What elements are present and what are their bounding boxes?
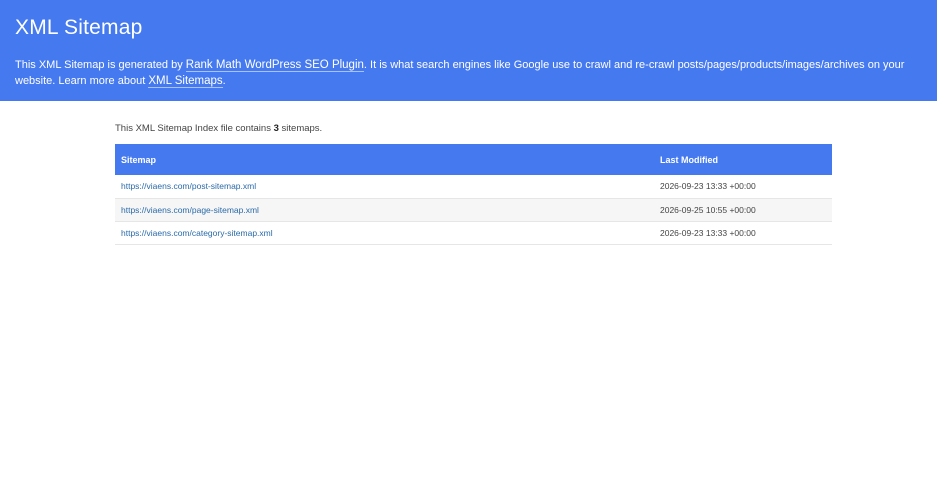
sitemap-cell: https://viaens.com/post-sitemap.xml	[115, 175, 653, 198]
description-suffix: .	[222, 75, 226, 87]
page-title: XML Sitemap	[15, 16, 143, 39]
column-header-sitemap[interactable]: Sitemap	[115, 144, 653, 175]
table-row: https://viaens.com/category-sitemap.xml …	[115, 221, 832, 244]
summary-prefix: This XML Sitemap Index file contains	[115, 123, 274, 134]
page-header: XML Sitemap This XML Sitemap is generate…	[0, 0, 937, 101]
column-header-last-modified[interactable]: Last Modified	[653, 144, 832, 175]
last-modified-cell: 2026-09-23 13:33 +00:00	[660, 227, 756, 238]
table-row: https://viaens.com/page-sitemap.xml 2026…	[115, 198, 832, 221]
description-prefix: This XML Sitemap is generated by	[15, 59, 186, 71]
header-description: This XML Sitemap is generated by Rank Ma…	[15, 57, 930, 89]
rank-math-plugin-link[interactable]: Rank Math WordPress SEO Plugin	[185, 59, 364, 72]
sitemap-cell: https://viaens.com/page-sitemap.xml	[115, 198, 653, 221]
main-content: This XML Sitemap Index file contains 3 s…	[115, 101, 832, 245]
sitemap-link[interactable]: https://viaens.com/post-sitemap.xml	[121, 181, 256, 191]
sitemap-table: Sitemap Last Modified https://viaens.com…	[115, 144, 832, 245]
table-header-row: Sitemap Last Modified	[115, 144, 832, 175]
table-row: https://viaens.com/post-sitemap.xml 2026…	[115, 175, 832, 198]
sitemap-link[interactable]: https://viaens.com/category-sitemap.xml	[121, 228, 273, 238]
sitemap-cell: https://viaens.com/category-sitemap.xml	[115, 221, 653, 244]
xml-sitemaps-link[interactable]: XML Sitemaps	[148, 75, 223, 88]
last-modified-cell: 2026-09-25 10:55 +00:00	[660, 204, 756, 215]
summary-suffix: sitemaps.	[278, 123, 323, 134]
sitemap-summary: This XML Sitemap Index file contains 3 s…	[115, 123, 832, 135]
last-modified-cell: 2026-09-23 13:33 +00:00	[660, 181, 756, 192]
sitemap-link[interactable]: https://viaens.com/page-sitemap.xml	[121, 205, 259, 215]
